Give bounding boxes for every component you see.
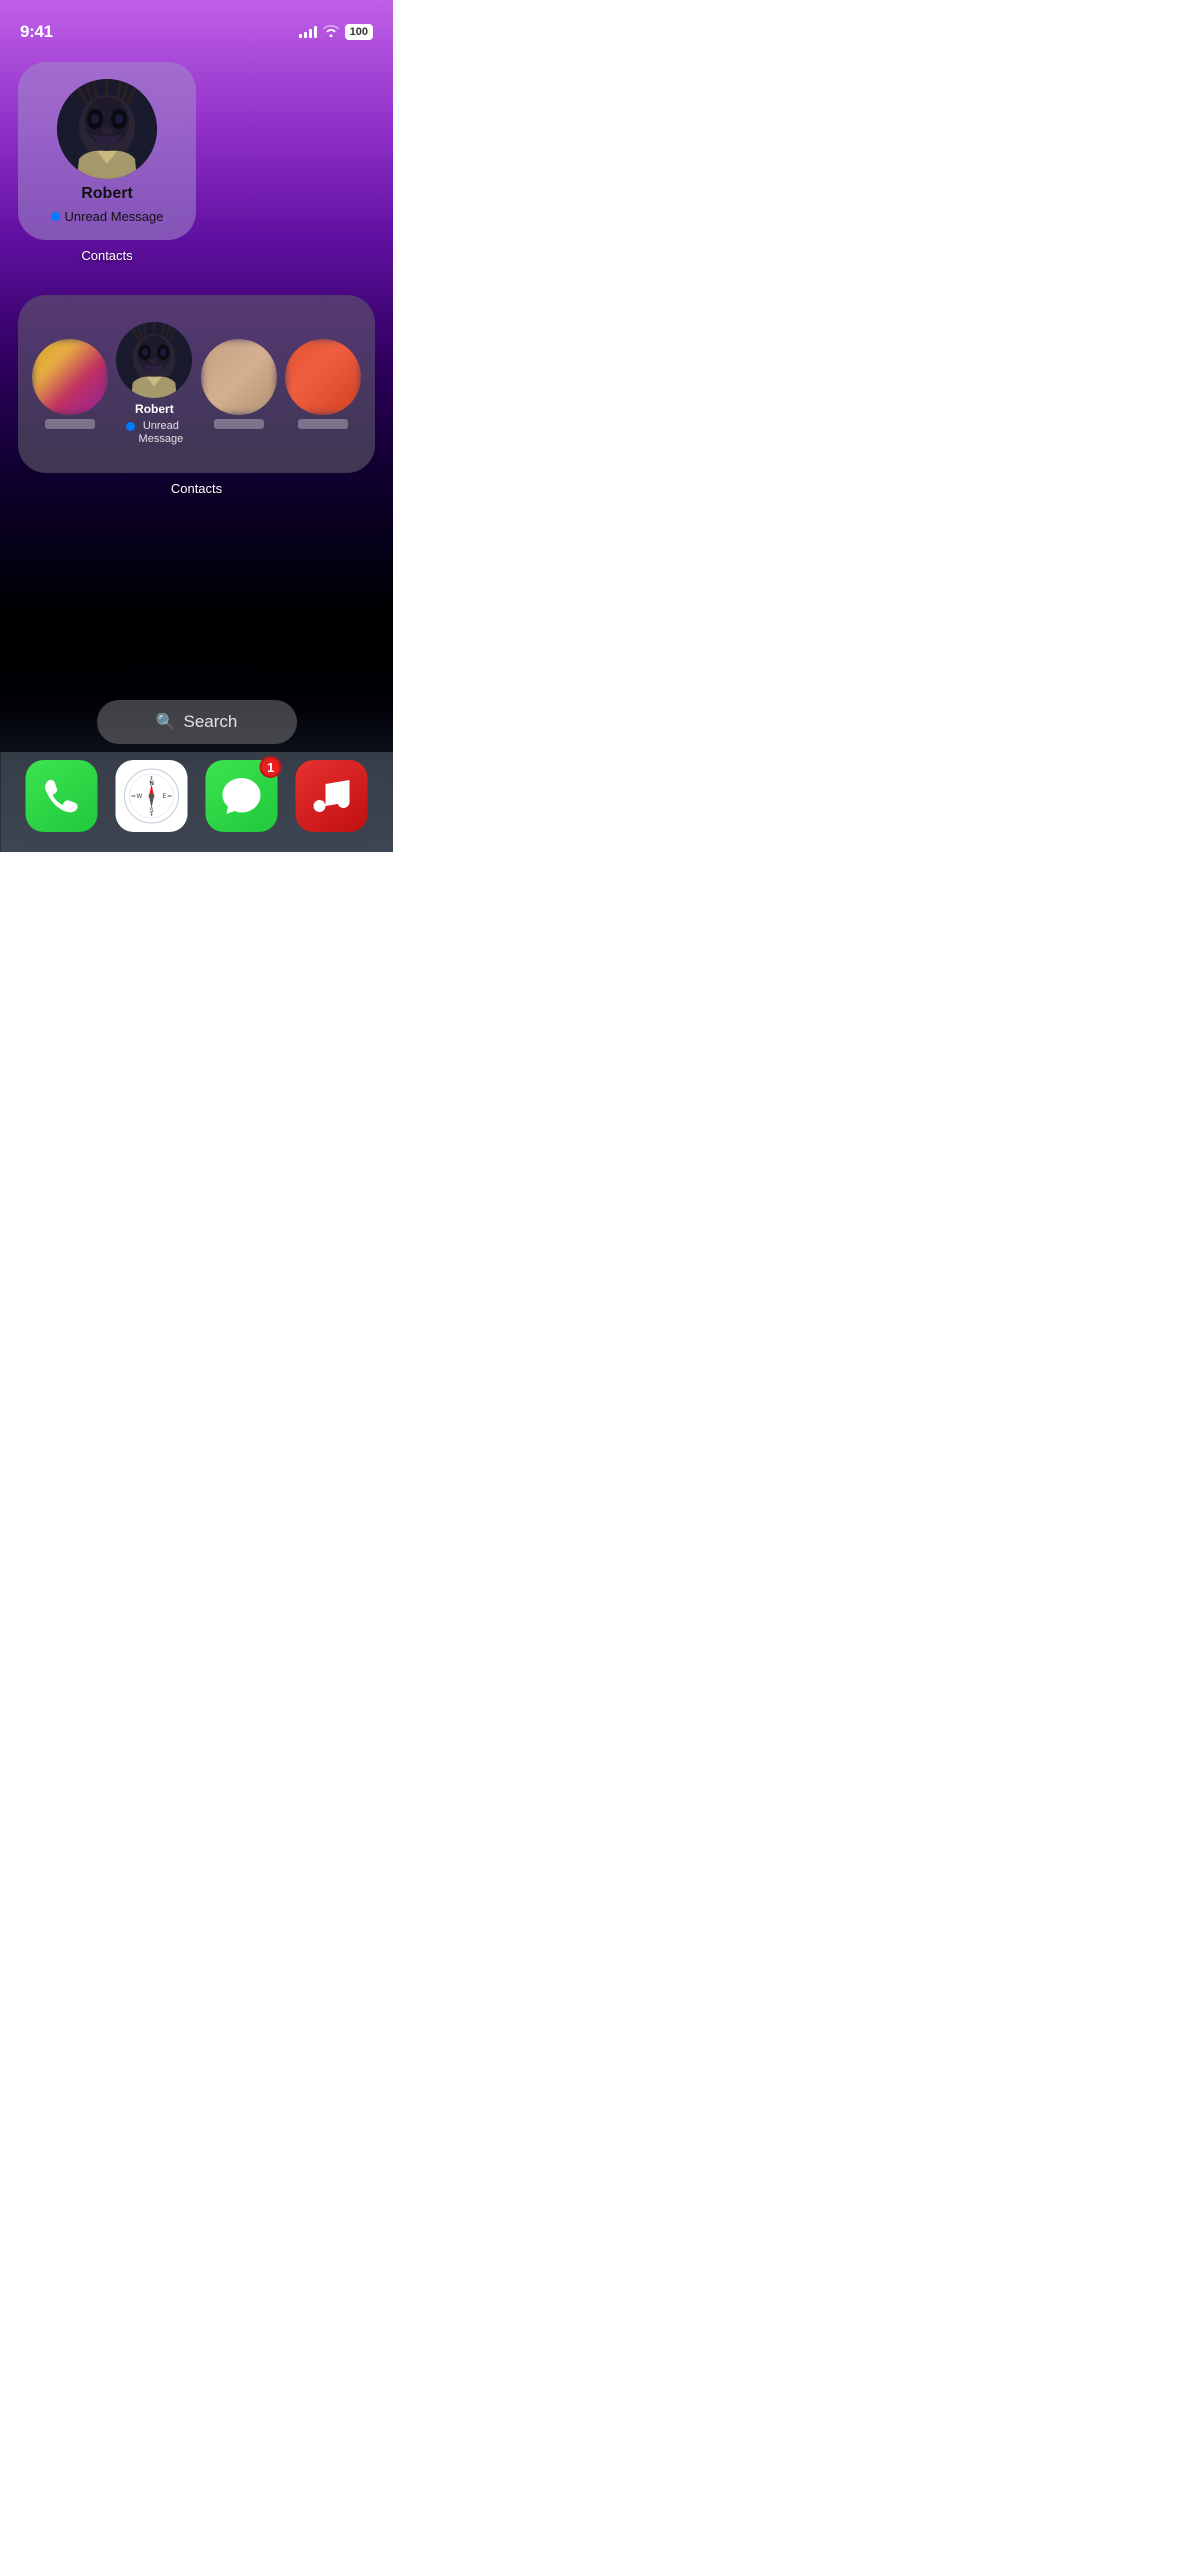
dock-app-music[interactable] — [296, 760, 368, 832]
svg-text:W: W — [136, 794, 142, 800]
contact-avatar-robert-wide — [116, 322, 192, 398]
contact-name-small: Robert — [81, 185, 133, 203]
battery-icon: 100 — [345, 24, 373, 40]
contact-avatar-robert — [57, 79, 157, 179]
contact-item-3[interactable] — [199, 339, 279, 429]
wifi-icon — [323, 24, 339, 40]
music-icon — [312, 774, 352, 818]
contact-avatar-3 — [201, 339, 277, 415]
dock-app-safari[interactable]: N S E W — [115, 760, 187, 832]
contact-status-robert: UnreadMessage — [126, 420, 184, 446]
svg-text:E: E — [162, 794, 166, 800]
contact-name-3-blurred — [214, 419, 264, 429]
search-button[interactable]: 🔍 Search — [97, 700, 297, 744]
dock-app-messages[interactable]: 1 — [206, 760, 278, 832]
unread-text-small: Unread Message — [65, 209, 164, 224]
contacts-widget-small[interactable]: Robert Unread Message — [18, 62, 196, 240]
svg-text:S: S — [149, 808, 153, 814]
unread-text-wide: UnreadMessage — [139, 420, 184, 446]
contact-item-4[interactable] — [283, 339, 363, 429]
contact-name-robert-wide: Robert — [135, 402, 174, 416]
contact-name-4-blurred — [298, 419, 348, 429]
search-icon: 🔍 — [156, 712, 176, 732]
contact-item-robert[interactable]: Robert UnreadMessage — [114, 322, 194, 446]
signal-icon — [299, 26, 317, 38]
dock-app-phone[interactable] — [25, 760, 97, 832]
contacts-widget-wide-label: Contacts — [18, 481, 375, 496]
contact-name-1-blurred — [45, 419, 95, 429]
messages-badge: 1 — [260, 756, 282, 778]
status-bar: 9:41 100 — [0, 0, 393, 50]
unread-dot-small — [51, 212, 60, 221]
contact-avatar-1 — [32, 339, 108, 415]
phone-icon — [41, 776, 81, 816]
contact-item-1[interactable] — [30, 339, 110, 429]
status-time: 9:41 — [20, 22, 53, 42]
messages-icon — [220, 774, 264, 818]
search-bar[interactable]: 🔍 Search — [97, 700, 297, 744]
contacts-widget-small-label: Contacts — [18, 248, 196, 263]
search-label: Search — [184, 712, 238, 732]
contact-avatar-4 — [285, 339, 361, 415]
unread-status-small: Unread Message — [51, 209, 164, 224]
status-icons: 100 — [299, 24, 373, 40]
dock: N S E W 1 — [0, 752, 393, 852]
unread-dot-wide — [126, 422, 135, 431]
contacts-widget-wide[interactable]: Robert UnreadMessage — [18, 295, 375, 473]
home-screen: 9:41 100 — [0, 0, 393, 852]
safari-icon: N S E W — [123, 768, 179, 824]
